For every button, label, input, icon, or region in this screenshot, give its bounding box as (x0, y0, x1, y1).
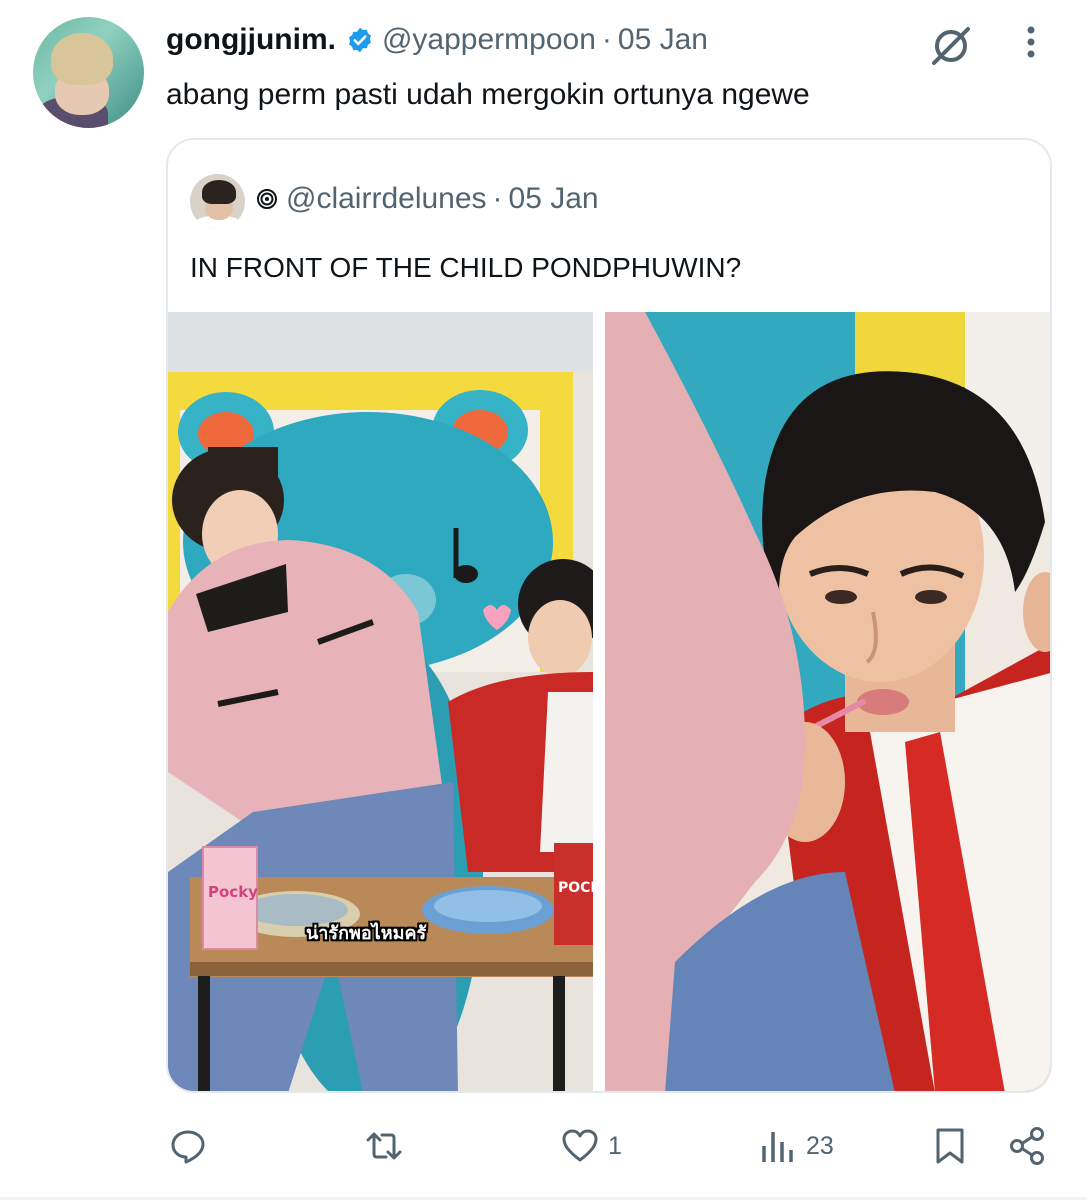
bookmark-icon (936, 1128, 964, 1164)
bookmark-button[interactable] (930, 1118, 970, 1174)
quoted-tweet-text: IN FRONT OF THE CHILD PONDPHUWIN? (190, 252, 742, 283)
heart-icon (562, 1129, 598, 1162)
pocky-box-left-label: Pocky (208, 883, 258, 901)
separator-dot: · (492, 182, 503, 215)
grok-icon[interactable] (928, 23, 974, 69)
more-options-icon[interactable] (1016, 22, 1046, 62)
spiral-icon (256, 188, 278, 210)
tweet-date[interactable]: 05 Jan (618, 23, 708, 57)
pocky-box-right-label: POCK (558, 880, 593, 896)
like-button[interactable]: 1 (560, 1118, 622, 1174)
author-avatar[interactable] (33, 17, 144, 128)
separator-dot: · (601, 23, 612, 56)
views-button[interactable]: 23 (758, 1118, 834, 1174)
quoted-tweet-header: @clairrdelunes · 05 Jan (256, 182, 599, 216)
media-photo-right[interactable] (605, 312, 1050, 1091)
reply-icon (171, 1130, 205, 1164)
repost-button[interactable] (364, 1118, 404, 1174)
author-display-name[interactable]: gongjjunim. (166, 23, 336, 57)
author-handle[interactable]: @yappermpoon (382, 23, 596, 57)
views-count: 23 (806, 1131, 834, 1160)
views-icon (762, 1132, 793, 1162)
quoted-author-handle[interactable]: @clairrdelunes (286, 182, 487, 216)
repost-icon (366, 1132, 402, 1160)
tweet-header: gongjjunim. @yappermpoon · 05 Jan (166, 20, 708, 60)
tweet-text: abang perm pasti udah mergokin ortunya n… (166, 78, 810, 111)
share-button[interactable] (1008, 1118, 1048, 1174)
quoted-author-avatar[interactable] (190, 174, 245, 229)
video-subtitle: น่ารักพอไหมครั (306, 923, 427, 943)
action-bar: 1 23 (0, 1118, 1087, 1174)
verified-badge-icon (346, 26, 374, 54)
media-photo-left[interactable]: Pocky POCK น่ารักพอไหมครั (168, 312, 593, 1091)
like-count: 1 (608, 1131, 622, 1160)
share-icon (1010, 1127, 1044, 1165)
tweet[interactable]: gongjjunim. @yappermpoon · 05 Jan abang … (0, 0, 1087, 1200)
reply-button[interactable] (168, 1118, 208, 1174)
quoted-tweet[interactable]: @clairrdelunes · 05 Jan IN FRONT OF THE … (166, 138, 1052, 1093)
quoted-tweet-date[interactable]: 05 Jan (509, 182, 599, 216)
